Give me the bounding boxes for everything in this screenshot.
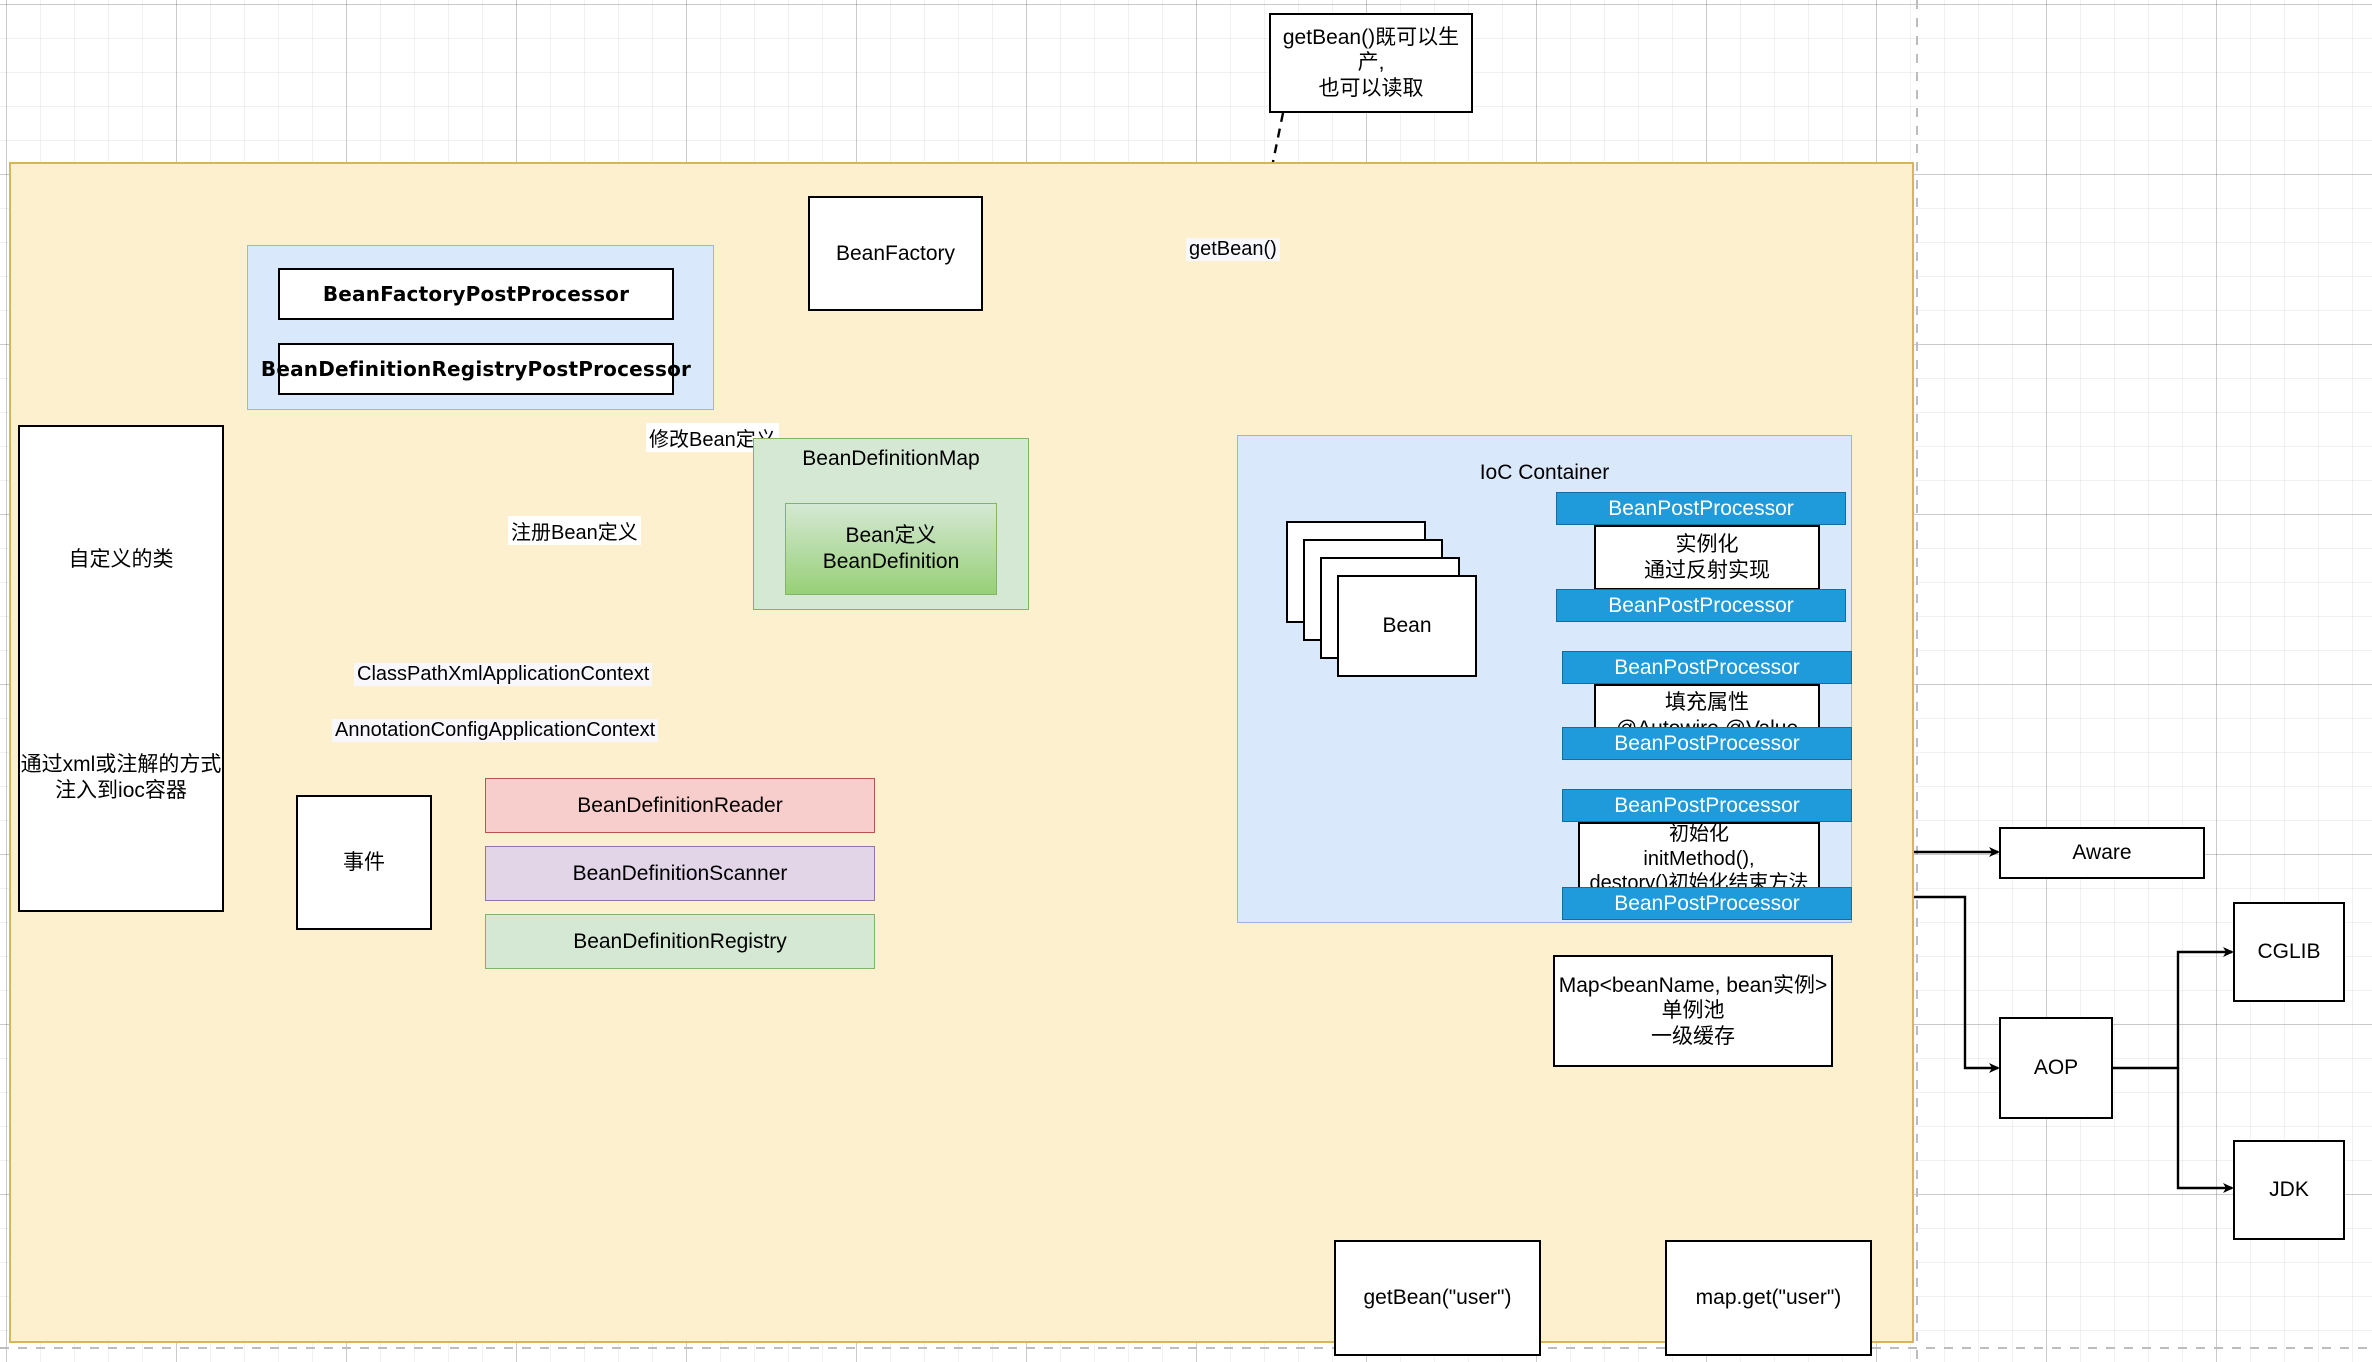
node-beandefinitionreader: BeanDefinitionReader	[485, 778, 875, 833]
node-jdk: JDK	[2233, 1140, 2345, 1240]
node-map-get-user: map.get("user")	[1665, 1240, 1872, 1356]
node-beanfactorypostprocessor: BeanFactoryPostProcessor	[278, 268, 674, 320]
diagram-canvas: getBean()既可以生产, 也可以读取 BeanFactory getBea…	[0, 0, 2372, 1362]
node-beandefinitionregistry: BeanDefinitionRegistry	[485, 914, 875, 969]
node-beandefinition: Bean定义 BeanDefinition	[785, 503, 997, 595]
node-custom-class-bottom-label: 通过xml或注解的方式 注入到ioc容器	[18, 752, 224, 805]
page-break-vertical	[1916, 0, 1918, 1362]
edge-label-register-bean-definition: 注册Bean定义	[508, 516, 641, 545]
node-beandefinitionmap-title: BeanDefinitionMap	[753, 447, 1029, 471]
phase-initialization: 初始化 initMethod(), destory()初始化结束方法	[1578, 822, 1820, 896]
node-custom-class	[18, 425, 224, 912]
node-beandefinitionregistrypostprocessor: BeanDefinitionRegistryPostProcessor	[278, 343, 674, 395]
node-beanfactory: BeanFactory	[808, 196, 983, 311]
page-break-horizontal	[0, 1347, 2372, 1349]
beanpostprocessor-bar-1: BeanPostProcessor	[1556, 492, 1846, 525]
edge-label-annotationconfigapplicationcontext: AnnotationConfigApplicationContext	[332, 719, 658, 742]
node-custom-class-top-label: 自定义的类	[18, 543, 224, 573]
edge-label-getbean: getBean()	[1186, 238, 1280, 261]
edge-label-classpathxmlapplicationcontext: ClassPathXmlApplicationContext	[354, 663, 652, 686]
node-aop: AOP	[1999, 1017, 2113, 1119]
node-singleton-pool: Map<beanName, bean实例> 单例池 一级缓存	[1553, 955, 1833, 1067]
edge-aop-to-jdk	[2178, 1068, 2232, 1188]
node-event: 事件	[296, 795, 432, 930]
beanpostprocessor-bar-6: BeanPostProcessor	[1562, 887, 1852, 920]
edge-aop-to-cglib	[2112, 952, 2232, 1068]
beanpostprocessor-bar-4: BeanPostProcessor	[1562, 727, 1852, 760]
beanpostprocessor-bar-3: BeanPostProcessor	[1562, 651, 1852, 684]
note-getbean: getBean()既可以生产, 也可以读取	[1269, 13, 1473, 113]
phase-instantiation: 实例化 通过反射实现	[1594, 525, 1820, 590]
node-beandefinitionscanner: BeanDefinitionScanner	[485, 846, 875, 901]
node-cglib: CGLIB	[2233, 902, 2345, 1002]
node-aware: Aware	[1999, 827, 2205, 879]
ioc-container-title: IoC Container	[1237, 461, 1852, 485]
beanpostprocessor-bar-2: BeanPostProcessor	[1556, 589, 1846, 622]
bean-stack-card-1: Bean	[1337, 575, 1477, 677]
beanpostprocessor-bar-5: BeanPostProcessor	[1562, 789, 1852, 822]
node-getbean-user: getBean("user")	[1334, 1240, 1541, 1356]
